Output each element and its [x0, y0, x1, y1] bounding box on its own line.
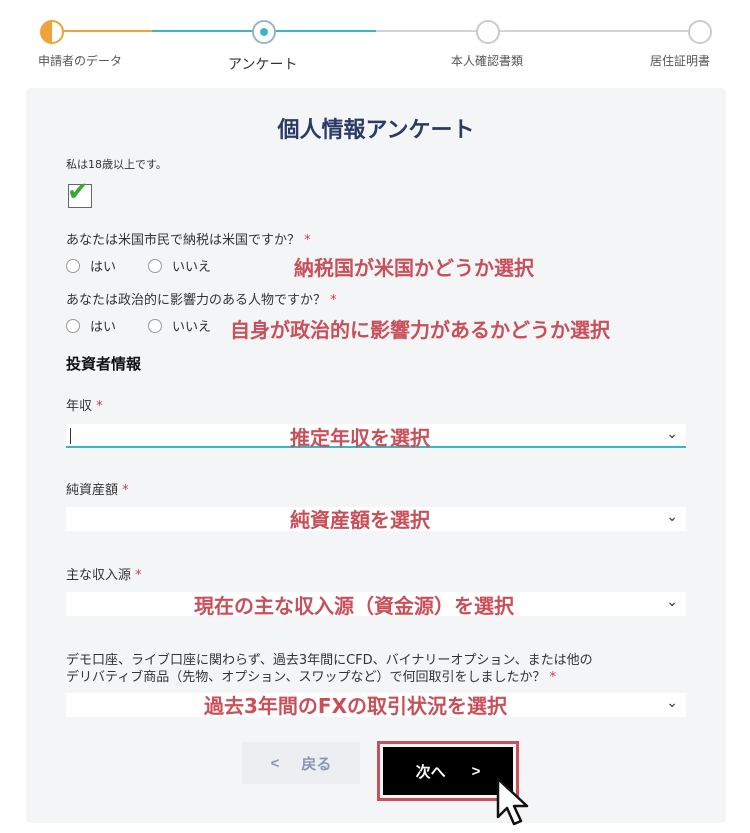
progress-stepper: 申請者のデータ アンケート 本人確認書類 居住証明書: [0, 0, 750, 88]
us-citizen-yes-option[interactable]: はい: [66, 256, 116, 275]
experience-question-line2-text: デリバティブ商品（先物、オプション、スワップなど）で何回取引をしましたか？: [66, 670, 546, 685]
chevron-down-icon: ⌄: [666, 695, 678, 711]
required-mark: *: [122, 483, 129, 498]
step-2-circle: [252, 20, 276, 44]
source-label-text: 主な収入源: [66, 568, 132, 583]
source-label: 主な収入源 *: [66, 564, 142, 583]
step-4-label: 居住証明書: [650, 54, 711, 68]
step-1-label: 申請者のデータ: [38, 54, 123, 68]
no-label: いいえ: [172, 320, 212, 335]
questionnaire-card: 個人情報アンケート 私は18歳以上です。 ✔ あなたは米国市民で納税は米国ですか…: [26, 88, 726, 823]
pep-no-option[interactable]: いいえ: [148, 316, 211, 335]
chevron-down-icon: ⌄: [666, 509, 678, 525]
radio-button[interactable]: [148, 258, 163, 273]
us-citizen-annotation: 納税国が米国かどうか選択: [294, 256, 534, 280]
source-annotation: 現在の主な収入源（資金源）を選択: [194, 594, 514, 618]
pep-question: あなたは政治的に影響力のある人物ですか？ *: [66, 289, 337, 308]
step-3-label: 本人確認書類: [451, 54, 524, 68]
chevron-down-icon: ⌄: [666, 594, 678, 610]
yes-label: はい: [90, 320, 117, 335]
next-button-label: 次へ: [415, 763, 446, 781]
text-caret: [70, 428, 71, 444]
assets-label: 純資産額 *: [66, 479, 129, 498]
required-mark: *: [304, 233, 311, 248]
pep-radio-group: はい いいえ: [66, 316, 233, 335]
pep-question-text: あなたは政治的に影響力のある人物ですか？: [66, 293, 327, 308]
pep-annotation: 自身が政治的に影響力があるかどうか選択: [230, 318, 610, 342]
experience-question-line2: デリバティブ商品（先物、オプション、スワップなど）で何回取引をしましたか？ *: [66, 666, 556, 685]
required-mark: *: [96, 399, 103, 414]
yes-label: はい: [90, 260, 117, 275]
assets-annotation: 純資産額を選択: [290, 508, 430, 532]
investor-section-heading: 投資者情報: [66, 355, 142, 373]
income-label-text: 年収: [66, 399, 93, 414]
required-mark: *: [330, 293, 337, 308]
us-citizen-question-text: あなたは米国市民で納税は米国ですか？: [66, 233, 301, 248]
chevron-right-icon: >: [471, 762, 481, 780]
required-mark: *: [549, 670, 557, 685]
step-2-label: アンケート: [228, 57, 298, 73]
stepper-line-done: [52, 30, 152, 32]
us-citizen-no-option[interactable]: いいえ: [148, 256, 211, 275]
pep-yes-option[interactable]: はい: [66, 316, 116, 335]
step-4-circle: [688, 20, 712, 44]
back-button[interactable]: < 戻る: [242, 742, 360, 784]
radio-button[interactable]: [66, 258, 80, 273]
chevron-left-icon: <: [270, 754, 280, 772]
step-1-circle: [40, 20, 64, 44]
income-annotation: 推定年収を選択: [290, 426, 430, 450]
stepper-line-pending: [376, 30, 700, 32]
radio-button[interactable]: [66, 318, 80, 333]
radio-button[interactable]: [148, 318, 163, 333]
no-label: いいえ: [172, 260, 212, 275]
required-mark: *: [135, 568, 142, 583]
income-label: 年収 *: [66, 395, 103, 414]
us-citizen-question: あなたは米国市民で納税は米国ですか？ *: [66, 229, 311, 248]
step-3-circle: [476, 20, 500, 44]
age-confirm-checkbox[interactable]: ✔: [67, 179, 92, 208]
experience-annotation: 過去3年間のFXの取引状況を選択: [204, 694, 507, 718]
back-button-label: 戻る: [301, 755, 332, 773]
mouse-pointer-icon: [496, 777, 529, 826]
age-confirm-label: 私は18歳以上です。: [66, 158, 167, 171]
assets-label-text: 純資産額: [66, 483, 119, 498]
chevron-down-icon: ⌄: [666, 426, 678, 442]
us-citizen-radio-group: はい いいえ: [66, 256, 233, 275]
page-title: 個人情報アンケート: [277, 118, 475, 143]
checkmark-icon: ✔: [67, 177, 89, 207]
